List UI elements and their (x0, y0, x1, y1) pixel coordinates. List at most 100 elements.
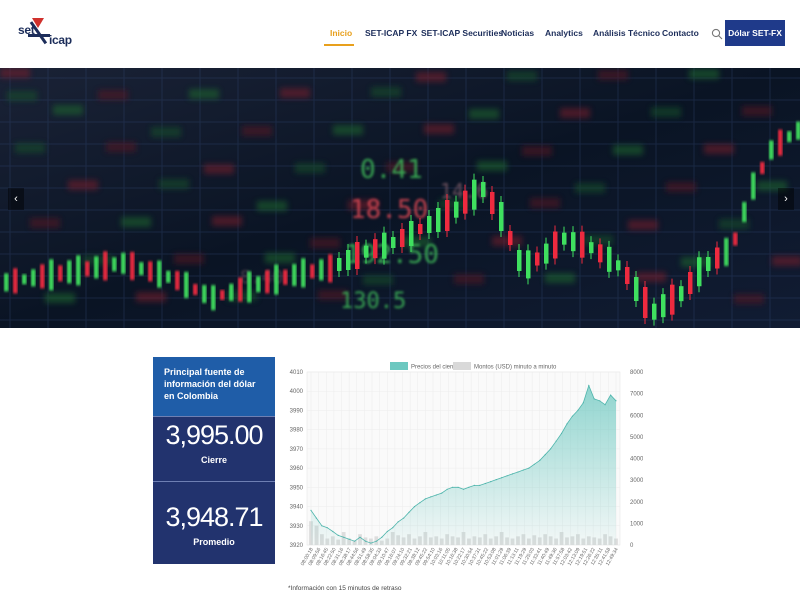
board-block (772, 256, 800, 266)
slider-next-button[interactable]: › (778, 188, 794, 210)
price-point (343, 536, 345, 538)
price-point (490, 481, 492, 483)
site-header: set icap Inicio SET-ICAP FX SET-ICAP Sec… (0, 0, 800, 68)
board-block (242, 126, 272, 136)
candle-body (778, 129, 783, 156)
candle-body (175, 271, 180, 290)
candle-body (742, 202, 747, 222)
y-right-tick-label: 4000 (630, 457, 643, 463)
candle-body (661, 294, 666, 318)
price-point (446, 488, 448, 490)
legend-swatch-volume (453, 362, 471, 370)
price-point (337, 534, 339, 536)
candle-body (58, 265, 63, 282)
nav-item-analytics[interactable]: Analytics (545, 28, 583, 38)
hero-slider: 0.4118.50192.50130.514.68.40 ‹ › (0, 68, 800, 328)
price-point (457, 486, 459, 488)
dolar-set-fx-button[interactable]: Dólar SET-FX (725, 20, 785, 46)
price-point (321, 525, 323, 527)
candle-body (535, 252, 540, 266)
price-point (473, 484, 475, 486)
price-point (441, 492, 443, 494)
candle-body (616, 260, 621, 271)
price-point (419, 502, 421, 504)
average-price-value: 3,948.71 (165, 502, 263, 532)
nav-item-set-icap-securities[interactable]: SET-ICAP Securities (421, 28, 503, 38)
board-number: 130.5 (340, 289, 406, 314)
price-point (386, 530, 388, 533)
price-point (593, 398, 595, 400)
candle-body (220, 290, 225, 300)
candle-body (211, 285, 216, 311)
board-block (7, 91, 37, 101)
candle-body (796, 121, 800, 140)
board-block (734, 294, 764, 304)
nav-item-set-icap-fx[interactable]: SET-ICAP FX (365, 28, 417, 38)
candle-body (157, 260, 162, 288)
price-point (610, 394, 612, 396)
candle-body (256, 276, 261, 293)
y-left-tick-label: 3940 (290, 505, 304, 511)
price-point (495, 479, 497, 481)
board-block (469, 109, 499, 119)
board-block (507, 71, 537, 81)
y-right-tick-label: 0 (630, 543, 634, 549)
price-point (452, 486, 454, 488)
y-left-tick-label: 4000 (290, 389, 304, 395)
price-point (430, 496, 432, 498)
nav-item-analisis-tecnico[interactable]: Análisis Técnico (593, 28, 660, 38)
price-point (571, 415, 573, 417)
candle-body (499, 202, 504, 231)
price-point (522, 469, 524, 471)
board-block (628, 220, 658, 230)
board-block (189, 89, 219, 99)
slider-prev-button[interactable]: ‹ (8, 188, 24, 210)
board-block (280, 88, 310, 98)
candle-body (715, 247, 720, 269)
candle-body (193, 284, 198, 295)
board-block (742, 106, 772, 116)
nav-item-inicio[interactable]: Inicio (330, 28, 352, 38)
candle-body (112, 257, 117, 272)
candle-body (598, 244, 603, 263)
candle-body (49, 259, 54, 291)
price-point (566, 423, 568, 425)
candle-body (121, 252, 126, 274)
board-block (136, 292, 166, 302)
board-number: 0.41 (360, 155, 423, 185)
candle-body (337, 258, 342, 271)
board-block (204, 164, 234, 174)
candle-body (202, 285, 207, 303)
board-block (454, 274, 484, 284)
board-block (530, 198, 560, 208)
nav-item-contacto[interactable]: Contacto (662, 28, 699, 38)
price-point (359, 536, 361, 538)
candle-body (679, 286, 684, 302)
board-block (30, 218, 60, 228)
candle-body (40, 264, 45, 289)
candle-body (625, 267, 630, 284)
nav-item-noticias[interactable]: Noticias (501, 28, 534, 38)
board-block (159, 179, 189, 189)
price-point (381, 536, 383, 538)
board-number: 18.50 (350, 195, 428, 225)
price-point (544, 454, 546, 456)
price-chart: Precios del cierre Montos (USD) minuto a … (283, 357, 644, 572)
board-block (575, 183, 605, 193)
close-price-value: 3,995.00 (165, 420, 263, 450)
y-right-tick-label: 6000 (630, 413, 643, 419)
candle-body (787, 131, 792, 143)
candle-body (517, 250, 522, 271)
y-left-tick-label: 3950 (290, 485, 304, 491)
price-chart-canvas: Precios del cierre Montos (USD) minuto a … (290, 362, 644, 567)
candle-body (463, 190, 468, 214)
candle-body (355, 242, 360, 269)
set-icap-logo[interactable]: set icap (18, 16, 78, 50)
y-left-tick-label: 3930 (290, 524, 304, 530)
candle-body (22, 274, 27, 285)
candle-body (67, 260, 72, 284)
search-icon[interactable] (711, 28, 723, 40)
price-point (403, 517, 405, 519)
board-block (651, 107, 681, 117)
candle-body (103, 251, 108, 281)
